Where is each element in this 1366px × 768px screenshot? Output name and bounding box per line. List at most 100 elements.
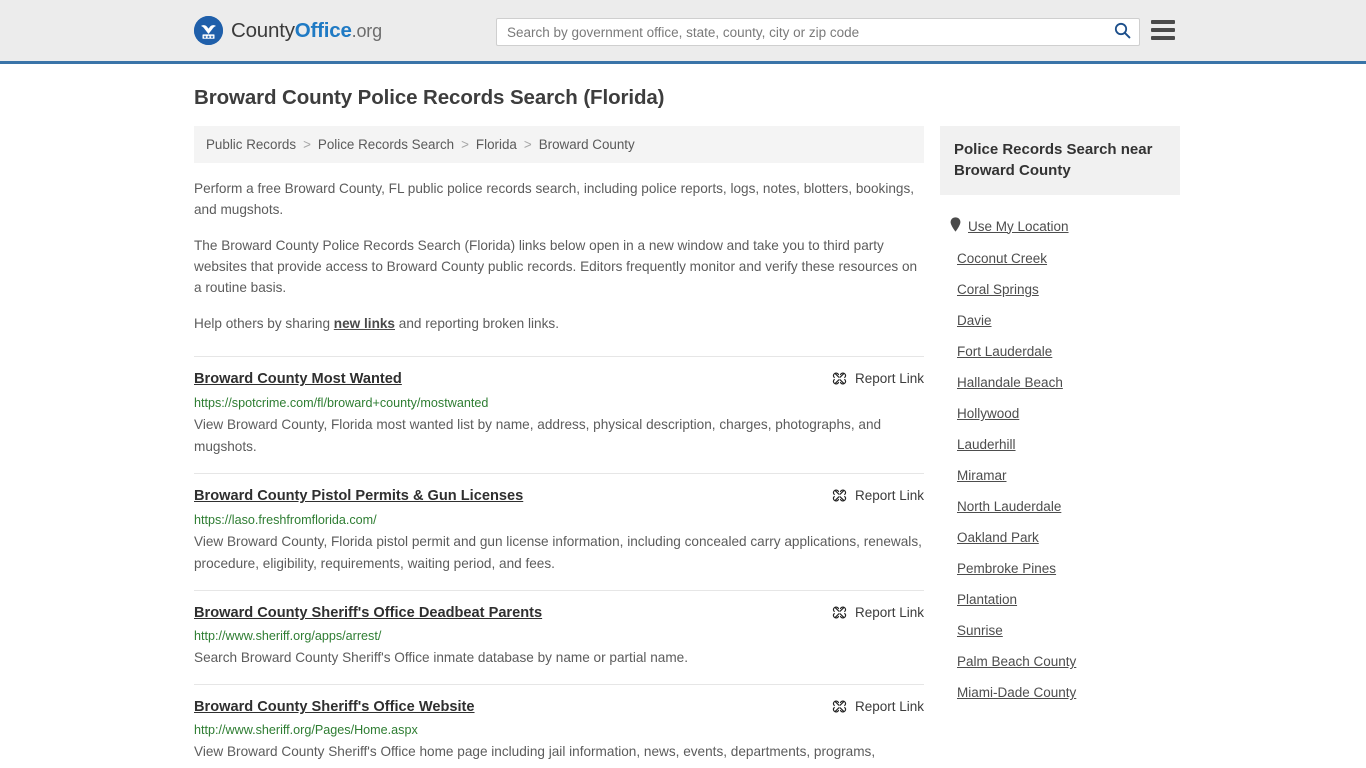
- breadcrumb: Public Records > Police Records Search > Flo…: [194, 126, 924, 163]
- content-columns: Public Records > Police Records Search > Flo…: [194, 126, 1180, 768]
- page-title: Broward County Police Records Search (Fl…: [194, 86, 665, 109]
- map-pin-icon: [950, 217, 961, 235]
- report-link-button[interactable]: Report Link: [832, 698, 924, 714]
- sidebar-item[interactable]: Coral Springs: [940, 274, 1180, 305]
- breadcrumb-item-4[interactable]: Broward County: [539, 137, 635, 152]
- logo-text-tld: .org: [351, 20, 382, 41]
- sidebar-item[interactable]: Fort Lauderdale: [940, 336, 1180, 367]
- report-link-label: Report Link: [854, 488, 924, 504]
- result-item: Broward County Most Wanted Report Link htt…: [194, 356, 924, 473]
- broken-link-icon: [832, 488, 847, 503]
- report-link-label: Report Link: [854, 371, 924, 387]
- result-url[interactable]: http://www.sheriff.org/apps/arrest/: [194, 629, 924, 643]
- sidebar-item[interactable]: Palm Beach County: [940, 646, 1180, 677]
- report-link-button[interactable]: Report Link: [832, 487, 924, 503]
- sidebar-item-link[interactable]: Palm Beach County: [957, 654, 1076, 669]
- report-link-button[interactable]: Report Link: [832, 370, 924, 386]
- sidebar-item[interactable]: Hollywood: [940, 398, 1180, 429]
- sidebar-item-link[interactable]: Davie: [957, 313, 992, 328]
- main-column: Public Records > Police Records Search > Flo…: [194, 126, 924, 768]
- page-container: Broward County Police Records Search (Fl…: [0, 64, 1366, 768]
- result-description: View Broward County, Florida pistol perm…: [194, 533, 922, 572]
- site-logo-text: CountyOffice.org: [231, 19, 382, 43]
- intro-text: Perform a free Broward County, FL public…: [194, 178, 924, 334]
- sidebar-item-link[interactable]: Oakland Park: [957, 530, 1039, 545]
- result-title-link[interactable]: Broward County Sheriff's Office Website: [194, 698, 475, 716]
- results-list: Broward County Most Wanted Report Link htt…: [194, 356, 924, 768]
- result-header: Broward County Sheriff's Office Website R…: [194, 698, 924, 716]
- sidebar-item[interactable]: Oakland Park: [940, 522, 1180, 553]
- intro-p3-after: and reporting broken links.: [395, 316, 559, 332]
- result-description: Search Broward County Sheriff's Office i…: [194, 650, 688, 666]
- hamburger-menu-icon[interactable]: [1151, 20, 1175, 40]
- logo-text-county: County: [231, 18, 295, 42]
- result-title-link[interactable]: Broward County Most Wanted: [194, 370, 402, 388]
- sidebar-item-link[interactable]: Miramar: [957, 468, 1007, 483]
- new-links-link[interactable]: new links: [334, 316, 395, 331]
- result-item: Broward County Pistol Permits & Gun Lice…: [194, 473, 924, 590]
- result-item: Broward County Sheriff's Office Website R…: [194, 684, 924, 768]
- search-button[interactable]: [1105, 19, 1139, 45]
- sidebar-item[interactable]: Lauderhill: [940, 429, 1180, 460]
- sidebar-item[interactable]: Miramar: [940, 460, 1180, 491]
- sidebar-item-link[interactable]: North Lauderdale: [957, 499, 1061, 514]
- sidebar-item[interactable]: Davie: [940, 305, 1180, 336]
- breadcrumb-item-3[interactable]: Florida: [476, 137, 517, 152]
- sidebar-item-link[interactable]: Fort Lauderdale: [957, 344, 1052, 359]
- result-header: Broward County Most Wanted Report Link: [194, 370, 924, 388]
- eagle-shield-logo-icon: [194, 16, 223, 45]
- search-bar[interactable]: [496, 18, 1140, 46]
- sidebar-item-link[interactable]: Hollywood: [957, 406, 1019, 421]
- intro-paragraph-3: Help others by sharing new links and rep…: [194, 313, 924, 334]
- broken-link-icon: [832, 605, 847, 620]
- search-input[interactable]: [497, 19, 1105, 45]
- report-link-label: Report Link: [854, 699, 924, 715]
- result-description: View Broward County Sheriff's Office hom…: [194, 744, 876, 768]
- sidebar-item-link[interactable]: Sunrise: [957, 623, 1003, 638]
- sidebar-item[interactable]: Use My Location: [940, 209, 1180, 243]
- result-item: Broward County Sheriff's Office Deadbeat…: [194, 590, 924, 684]
- result-header: Broward County Pistol Permits & Gun Lice…: [194, 487, 924, 505]
- hamburger-bar-2: [1151, 28, 1175, 32]
- sidebar-item-link[interactable]: Lauderhill: [957, 437, 1016, 452]
- breadcrumb-separator: >: [303, 137, 311, 152]
- intro-paragraph-1: Perform a free Broward County, FL public…: [194, 181, 915, 218]
- sidebar-item[interactable]: Pembroke Pines: [940, 553, 1180, 584]
- sidebar-item[interactable]: Coconut Creek: [940, 243, 1180, 274]
- sidebar-nearby-list: Use My Location Coconut Creek Coral Spring…: [940, 209, 1180, 708]
- breadcrumb-separator: >: [523, 137, 532, 152]
- result-description: View Broward County, Florida most wanted…: [194, 416, 882, 455]
- intro-p3-before: Help others by sharing: [194, 316, 334, 332]
- sidebar-item-link[interactable]: Coconut Creek: [957, 251, 1047, 266]
- broken-link-icon: [832, 699, 847, 714]
- hamburger-bar-3: [1151, 36, 1175, 40]
- sidebar-item[interactable]: Hallandale Beach: [940, 367, 1180, 398]
- breadcrumb-item-2[interactable]: Police Records Search: [318, 137, 454, 152]
- sidebar-item-link[interactable]: Plantation: [957, 592, 1017, 607]
- sidebar-item[interactable]: North Lauderdale: [940, 491, 1180, 522]
- sidebar-title: Police Records Search near Broward Count…: [940, 126, 1180, 195]
- result-title-link[interactable]: Broward County Sheriff's Office Deadbeat…: [194, 604, 542, 622]
- sidebar-item[interactable]: Sunrise: [940, 615, 1180, 646]
- sidebar-item[interactable]: Plantation: [940, 584, 1180, 615]
- sidebar-item-link[interactable]: Pembroke Pines: [957, 561, 1056, 576]
- sidebar-item[interactable]: Miami-Dade County: [940, 677, 1180, 708]
- site-logo[interactable]: CountyOffice.org: [194, 16, 382, 45]
- site-header: CountyOffice.org: [0, 0, 1366, 64]
- result-url[interactable]: http://www.sheriff.org/Pages/Home.aspx: [194, 723, 924, 737]
- report-link-label: Report Link: [854, 605, 924, 621]
- sidebar-item-link[interactable]: Hallandale Beach: [957, 375, 1063, 390]
- sidebar-item-link[interactable]: Coral Springs: [957, 282, 1039, 297]
- report-link-button[interactable]: Report Link: [832, 604, 924, 620]
- broken-link-icon: [832, 371, 847, 386]
- result-url[interactable]: https://laso.freshfromflorida.com/: [194, 513, 924, 527]
- sidebar-item-link[interactable]: Miami-Dade County: [957, 685, 1076, 700]
- search-icon: [1114, 22, 1131, 42]
- breadcrumb-item-1[interactable]: Public Records: [206, 137, 296, 152]
- result-title-link[interactable]: Broward County Pistol Permits & Gun Lice…: [194, 487, 523, 505]
- logo-text-office: Office: [294, 18, 352, 42]
- hamburger-bar-1: [1151, 20, 1175, 24]
- intro-paragraph-2: The Broward County Police Records Search…: [194, 238, 918, 296]
- sidebar-item-link[interactable]: Use My Location: [968, 219, 1069, 234]
- result-url[interactable]: https://spotcrime.com/fl/broward+county/…: [194, 396, 924, 410]
